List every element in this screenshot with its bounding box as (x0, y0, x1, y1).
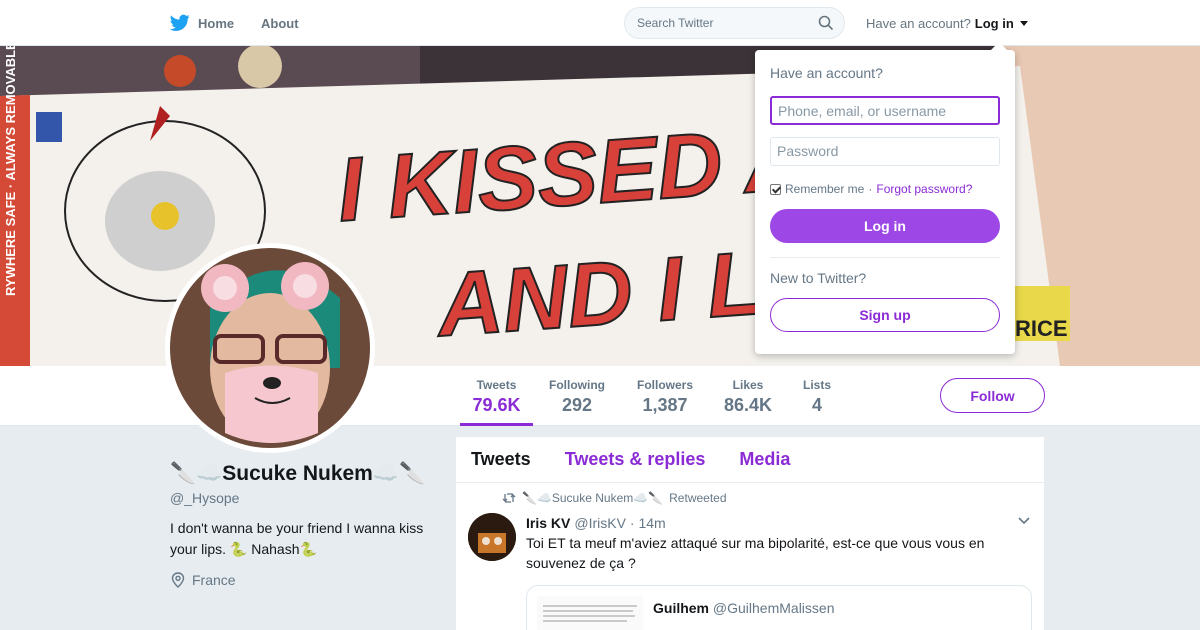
password-field[interactable]: Password (770, 137, 1000, 166)
login-dropdown: Have an account? Phone, email, or userna… (755, 42, 1015, 354)
tweet-item[interactable]: 🔪☁️Sucuke Nukem☁️🔪 Retweeted Iris KV @Ir… (456, 483, 1044, 630)
stat-label: Lists (802, 378, 831, 392)
signup-button[interactable]: Sign up (770, 298, 1000, 332)
chevron-down-icon (1019, 20, 1028, 26)
tab-tweets[interactable]: Tweets (471, 449, 531, 470)
stat-value: 79.6K (472, 395, 521, 415)
forgot-password-link[interactable]: Forgot password? (876, 182, 972, 196)
tweet-author-name[interactable]: Iris KV (526, 515, 570, 531)
quoted-tweet[interactable]: Guilhem @GuilhemMalissen (526, 585, 1032, 630)
timeline: Tweets Tweets & replies Media 🔪☁️Sucuke … (456, 437, 1044, 630)
stat-likes[interactable]: Likes 86.4K (722, 366, 774, 426)
account-menu[interactable]: Have an account? Log in (866, 0, 1028, 46)
profile-handle[interactable]: @_Hysope (170, 490, 440, 506)
nav-home-link[interactable]: Home (170, 0, 234, 46)
stat-label: Tweets (476, 378, 517, 392)
tab-tweets-replies[interactable]: Tweets & replies (565, 449, 706, 470)
quoted-tweet-header: Guilhem @GuilhemMalissen (653, 600, 835, 616)
new-to-twitter-text: New to Twitter? (770, 270, 867, 286)
dropdown-arrow (991, 42, 1007, 50)
location-pin-icon (171, 572, 185, 588)
nav-about-label: About (261, 15, 299, 31)
stat-value: 86.4K (723, 395, 773, 415)
separator-dot: · (868, 182, 873, 196)
tweet-timestamp[interactable]: · 14m (630, 515, 666, 531)
profile-bio-card: 🔪☁️Sucuke Nukem☁️🔪 @_Hysope I don't wann… (170, 460, 440, 588)
profile-name[interactable]: 🔪☁️Sucuke Nukem☁️🔪 (170, 460, 440, 488)
nav-home-label: Home (198, 15, 235, 31)
top-navigation-bar: Home About Search Twitter Have an accoun… (0, 0, 1200, 46)
profile-location: France (170, 572, 440, 588)
follow-button[interactable]: Follow (940, 378, 1045, 413)
username-field[interactable]: Phone, email, or username (770, 96, 1000, 125)
sticker-side-text: RYWHERE SAFE · ALWAYS REMOVABLE (3, 46, 18, 296)
retweeter-name[interactable]: 🔪☁️Sucuke Nukem☁️🔪 (522, 491, 663, 505)
stat-lists[interactable]: Lists 4 (798, 366, 836, 426)
avatar-image (170, 248, 370, 448)
stat-value: 1,387 (642, 395, 688, 415)
remember-me-label[interactable]: Remember me (785, 182, 864, 196)
banner-corner-text: RICE (1015, 316, 1068, 341)
stat-value: 4 (811, 395, 822, 415)
timeline-tabs: Tweets Tweets & replies Media (456, 437, 1044, 483)
tweet-avatar-image (468, 513, 516, 561)
stat-label: Followers (636, 378, 693, 392)
twitter-bird-icon (170, 14, 190, 31)
retweet-context: 🔪☁️Sucuke Nukem☁️🔪 Retweeted (502, 491, 727, 505)
login-dropdown-toggle[interactable]: Log in (975, 16, 1014, 31)
tweet-text: Toi ET ta meuf m'aviez attaqué sur ma bi… (526, 535, 985, 571)
nav-about-link[interactable]: About (261, 0, 299, 46)
stat-followers[interactable]: Followers 1,387 (632, 366, 698, 426)
tweet-author-handle[interactable]: @IrisKV (574, 515, 626, 531)
quoted-tweet-thumbnail (537, 596, 643, 630)
remember-me-checkbox[interactable] (770, 183, 781, 195)
quoted-author-handle: @GuilhemMalissen (712, 600, 835, 616)
chevron-down-icon[interactable] (1018, 517, 1030, 525)
stat-label: Following (549, 378, 605, 392)
tab-media[interactable]: Media (739, 449, 790, 470)
stat-label: Likes (732, 378, 764, 392)
retweet-icon (502, 493, 516, 503)
tweet-header: Iris KV @IrisKV · 14m (526, 515, 1032, 531)
tweet-author-avatar[interactable] (468, 513, 516, 561)
retweet-suffix: Retweeted (669, 491, 727, 505)
stat-following[interactable]: Following 292 (543, 366, 611, 426)
quoted-author-name: Guilhem (653, 600, 710, 616)
profile-avatar[interactable] (165, 243, 375, 453)
dropdown-divider (770, 257, 1000, 258)
location-text: France (192, 572, 236, 588)
dropdown-title: Have an account? (770, 65, 883, 81)
search-icon[interactable] (818, 15, 834, 31)
stat-tweets[interactable]: Tweets 79.6K (460, 366, 533, 426)
login-button[interactable]: Log in (770, 209, 1000, 243)
remember-me-row: Remember me · Forgot password? (770, 182, 1000, 196)
stat-value: 292 (561, 395, 593, 415)
have-account-text: Have an account? (866, 15, 971, 31)
search-placeholder: Search Twitter (637, 16, 714, 30)
search-input[interactable]: Search Twitter (624, 7, 845, 39)
profile-description: I don't wanna be your friend I wanna kis… (170, 520, 424, 557)
